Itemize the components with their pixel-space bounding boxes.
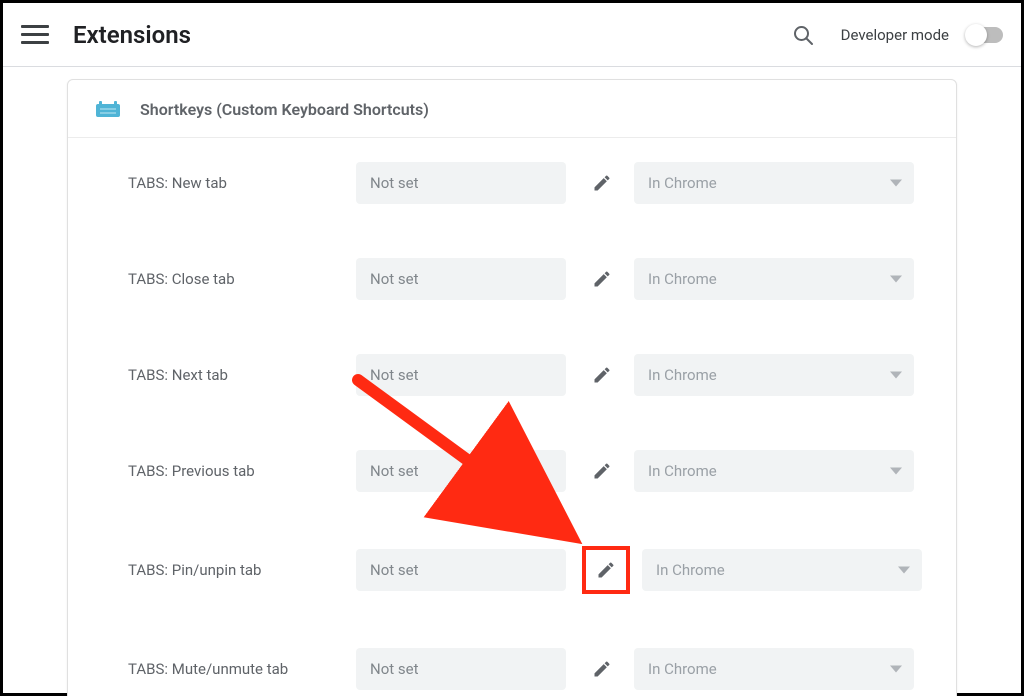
edit-shortcut-button[interactable]	[582, 451, 622, 491]
shortkeys-icon	[96, 101, 120, 119]
developer-mode-toggle[interactable]	[967, 27, 1003, 43]
scope-select[interactable]: In Chrome	[634, 258, 914, 300]
shortcut-label: TABS: Next tab	[128, 366, 356, 384]
shortcut-label: TABS: Pin/unpin tab	[128, 561, 356, 579]
chevron-down-icon	[890, 666, 902, 673]
hamburger-icon[interactable]	[21, 21, 49, 49]
shortcut-row: TABS: Mute/unmute tab Not set In Chrome	[128, 648, 926, 690]
shortcut-row: TABS: Close tab Not set In Chrome	[128, 258, 926, 300]
scope-select[interactable]: In Chrome	[634, 354, 914, 396]
extension-name: Shortkeys (Custom Keyboard Shortcuts)	[140, 100, 429, 119]
scope-select[interactable]: In Chrome	[634, 648, 914, 690]
shortcut-row: TABS: Pin/unpin tab Not set In Chrome	[128, 546, 926, 594]
scope-select[interactable]: In Chrome	[634, 162, 914, 204]
pencil-icon	[592, 269, 612, 289]
shortcut-row: TABS: Next tab Not set In Chrome	[128, 354, 926, 396]
shortcut-input[interactable]: Not set	[356, 162, 566, 204]
shortcut-label: TABS: New tab	[128, 174, 356, 192]
scope-select[interactable]: In Chrome	[634, 450, 914, 492]
shortcut-row: TABS: New tab Not set In Chrome	[128, 162, 926, 204]
app-bar: Extensions Developer mode	[3, 3, 1021, 67]
chevron-down-icon	[890, 180, 902, 187]
edit-shortcut-button[interactable]	[582, 546, 630, 594]
shortcut-input[interactable]: Not set	[356, 354, 566, 396]
pencil-icon	[592, 365, 612, 385]
pencil-icon	[592, 173, 612, 193]
shortcut-input[interactable]: Not set	[356, 648, 566, 690]
extension-card: Shortkeys (Custom Keyboard Shortcuts) TA…	[67, 79, 957, 696]
page-title: Extensions	[73, 21, 191, 49]
shortcut-label: TABS: Close tab	[128, 270, 356, 288]
shortcut-rows: TABS: New tab Not set In Chrome TABS: Cl…	[68, 138, 956, 696]
developer-mode-label: Developer mode	[841, 26, 949, 44]
shortcut-input[interactable]: Not set	[356, 450, 566, 492]
shortcut-input[interactable]: Not set	[356, 549, 566, 591]
shortcut-label: TABS: Previous tab	[128, 462, 356, 480]
search-icon[interactable]	[791, 23, 815, 47]
pencil-icon	[596, 560, 616, 580]
pencil-icon	[592, 659, 612, 679]
pencil-icon	[592, 461, 612, 481]
edit-shortcut-button[interactable]	[582, 163, 622, 203]
edit-shortcut-button[interactable]	[582, 259, 622, 299]
scope-select[interactable]: In Chrome	[642, 549, 922, 591]
chevron-down-icon	[890, 372, 902, 379]
chevron-down-icon	[890, 276, 902, 283]
shortcut-label: TABS: Mute/unmute tab	[128, 660, 356, 678]
shortcut-input[interactable]: Not set	[356, 258, 566, 300]
chevron-down-icon	[890, 468, 902, 475]
shortcut-row: TABS: Previous tab Not set In Chrome	[128, 450, 926, 492]
edit-shortcut-button[interactable]	[582, 649, 622, 689]
edit-shortcut-button[interactable]	[582, 355, 622, 395]
chevron-down-icon	[898, 567, 910, 574]
